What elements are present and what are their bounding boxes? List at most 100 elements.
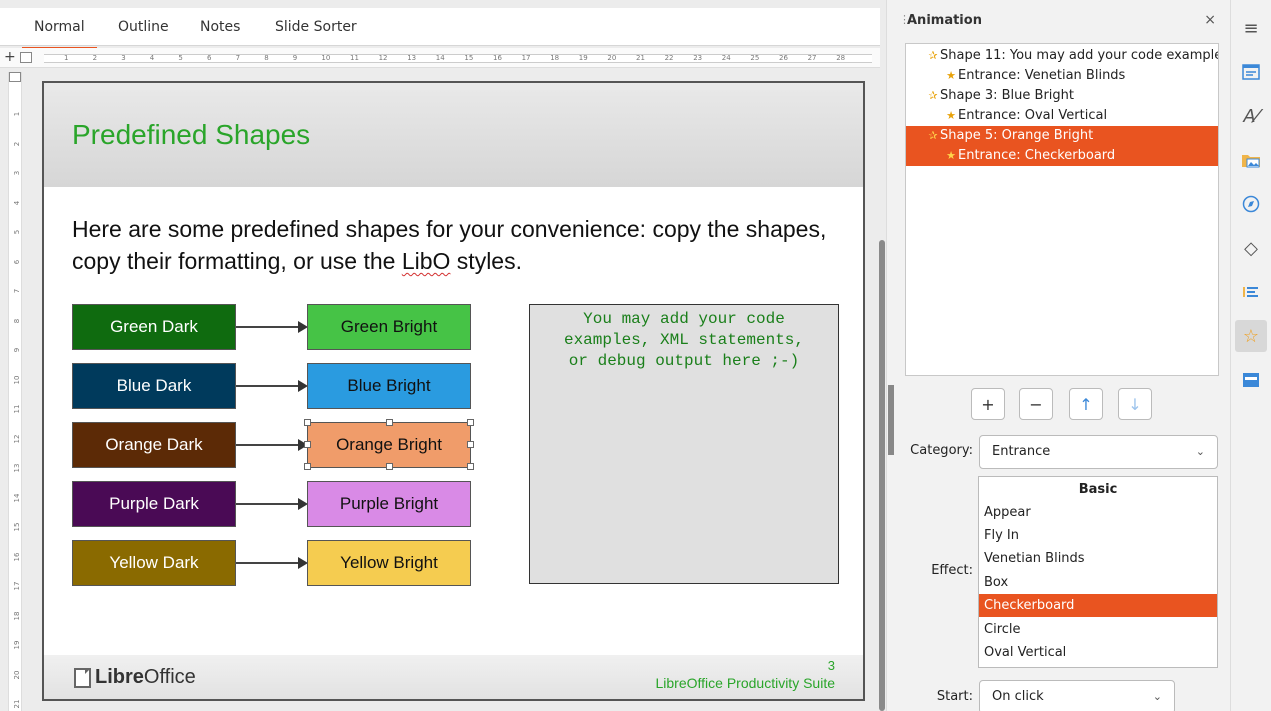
ruler-tick-label: 9 <box>13 347 21 353</box>
connector-arrow[interactable] <box>236 498 308 510</box>
selection-handle[interactable] <box>467 463 474 470</box>
move-down-button[interactable]: ↓ <box>1118 388 1152 420</box>
effect-list[interactable]: Basic Appear Fly In Venetian Blinds Box … <box>978 476 1218 668</box>
ruler-tick-label: 26 <box>779 54 788 62</box>
pointer-star-icon: ✰ <box>928 89 938 102</box>
shape-yellow-dark[interactable]: Yellow Dark <box>72 540 236 586</box>
connector-arrow[interactable] <box>236 557 308 569</box>
connector-arrow[interactable] <box>236 321 308 333</box>
ruler-tick-label: 16 <box>13 552 21 561</box>
ruler-tick-label: 16 <box>493 54 502 62</box>
shape-green-bright[interactable]: Green Bright <box>307 304 471 350</box>
tab-notes[interactable]: Notes <box>200 19 240 35</box>
effect-item-selected[interactable]: Checkerboard <box>979 594 1217 617</box>
move-up-button[interactable]: ↑ <box>1069 388 1103 420</box>
animation-item-label: Shape 3: Blue Bright <box>940 88 1074 103</box>
tab-slide-sorter[interactable]: Slide Sorter <box>275 19 357 35</box>
shape-purple-dark[interactable]: Purple Dark <box>72 481 236 527</box>
selection-handle[interactable] <box>467 441 474 448</box>
remove-effect-button[interactable]: − <box>1019 388 1053 420</box>
animation-item-label: Shape 5: Orange Bright <box>940 128 1094 143</box>
horizontal-ruler[interactable]: + 1 2 3 4 5 6 7 8 9 10 11 12 13 14 15 16 17 18 19 20 21 22 23 2… <box>0 48 880 68</box>
slide-body-text[interactable]: Here are some predefined shapes for your… <box>72 213 842 277</box>
shape-green-dark[interactable]: Green Dark <box>72 304 236 350</box>
animation-list-item[interactable]: ★ Entrance: Oval Vertical <box>906 106 1218 126</box>
ruler-tick-label: 20 <box>13 670 21 679</box>
shape-orange-bright[interactable]: Orange Bright <box>307 422 471 468</box>
effect-label: Effect: <box>931 563 973 578</box>
styles-icon[interactable]: A⁄ <box>1235 100 1267 132</box>
chevron-down-icon: ⌄ <box>1195 445 1205 458</box>
animation-item-label: Entrance: Venetian Blinds <box>958 68 1126 83</box>
ruler-tick-label: 19 <box>13 640 21 650</box>
vertical-ruler[interactable]: 1 2 3 4 5 6 7 8 9 10 11 12 13 14 15 16 17 18 19 20 21 <box>8 72 22 711</box>
tab-outline[interactable]: Outline <box>118 19 169 35</box>
shapes-icon[interactable]: ◇ <box>1235 232 1267 264</box>
animation-list-item[interactable]: ✰ Shape 3: Blue Bright <box>906 86 1218 106</box>
shape-yellow-bright[interactable]: Yellow Bright <box>307 540 471 586</box>
selection-handle[interactable] <box>386 463 393 470</box>
ruler-indent-marker[interactable] <box>20 52 32 63</box>
ruler-tick-label: 3 <box>121 54 126 62</box>
ruler-tick-label: 17 <box>13 581 21 591</box>
animation-item-label: Entrance: Oval Vertical <box>958 108 1108 123</box>
libreoffice-logo: LibreOffice <box>74 666 196 689</box>
animation-list-item[interactable]: ★ Entrance: Checkerboard <box>906 146 1218 166</box>
menu-icon[interactable]: ≡ <box>1235 12 1267 44</box>
connector-arrow[interactable] <box>236 439 308 451</box>
effect-item[interactable]: Appear <box>979 501 1217 524</box>
effect-item[interactable]: Box <box>979 571 1217 594</box>
shape-blue-dark[interactable]: Blue Dark <box>72 363 236 409</box>
selection-handle[interactable] <box>386 419 393 426</box>
panel-splitter[interactable] <box>886 0 894 711</box>
ruler-tick-label: 8 <box>13 318 21 323</box>
effect-item[interactable]: Venetian Blinds <box>979 547 1217 570</box>
effect-item[interactable]: Fly In <box>979 524 1217 547</box>
selection-handle[interactable] <box>304 463 311 470</box>
ruler-tick-label: 15 <box>13 522 21 532</box>
selection-handle[interactable] <box>304 441 311 448</box>
category-value: Entrance <box>992 444 1051 459</box>
animation-panel: ⋮ Animation × ✰ Shape 11: You may add you… <box>895 0 1230 711</box>
tab-normal[interactable]: Normal <box>22 19 97 50</box>
shape-purple-bright[interactable]: Purple Bright <box>307 481 471 527</box>
gallery-icon[interactable] <box>1235 144 1267 176</box>
selection-handle[interactable] <box>304 419 311 426</box>
category-dropdown[interactable]: Entrance ⌄ <box>979 435 1218 469</box>
ruler-tick-label: 3 <box>13 170 21 176</box>
animation-list[interactable]: ✰Shape 11: You may add your code example… <box>905 43 1219 376</box>
panel-title: Animation <box>907 13 982 28</box>
animation-list-item[interactable]: ✰ Shape 5: Orange Bright <box>906 126 1218 146</box>
effect-group-header: Basic <box>1078 482 1118 497</box>
shape-orange-dark[interactable]: Orange Dark <box>72 422 236 468</box>
slide-title[interactable]: Predefined Shapes <box>72 119 310 151</box>
animation-list-item[interactable]: ★ Entrance: Venetian Blinds <box>906 66 1218 86</box>
slide-page-number: 3 <box>827 658 835 673</box>
code-textbox[interactable]: You may add your code examples, XML stat… <box>529 304 839 584</box>
connector-arrow[interactable] <box>236 380 308 392</box>
close-icon[interactable]: × <box>1204 12 1216 28</box>
master-slides-icon[interactable] <box>1235 364 1267 396</box>
animation-list-item[interactable]: ✰Shape 11: You may add your code example… <box>906 46 1218 66</box>
start-dropdown[interactable]: On click ⌄ <box>979 680 1175 711</box>
slide-canvas[interactable]: Predefined Shapes Here are some predefin… <box>42 81 865 701</box>
ruler-tab-type-icon[interactable]: + <box>4 50 16 64</box>
code-line: You may add your code <box>583 310 785 328</box>
ruler-tick-label: 20 <box>607 54 617 62</box>
effect-item[interactable]: Oval Vertical <box>979 641 1217 664</box>
ruler-tick-label: 18 <box>13 611 21 620</box>
effect-item[interactable]: Circle <box>979 618 1217 641</box>
add-effect-button[interactable]: + <box>971 388 1005 420</box>
ruler-tick-label: 2 <box>92 54 98 62</box>
ruler-tick-label: 12 <box>13 434 21 443</box>
vertical-scrollbar[interactable] <box>879 240 885 711</box>
ruler-tick-label: 24 <box>721 54 731 62</box>
sidebar-deck: ≡ A⁄ ◇ ☆ <box>1230 0 1271 711</box>
animation-icon[interactable]: ☆ <box>1235 320 1267 352</box>
navigator-icon[interactable] <box>1235 188 1267 220</box>
selection-handle[interactable] <box>467 419 474 426</box>
properties-icon[interactable] <box>1235 56 1267 88</box>
document-icon <box>74 667 91 688</box>
slide-transition-icon[interactable] <box>1235 276 1267 308</box>
shape-blue-bright[interactable]: Blue Bright <box>307 363 471 409</box>
